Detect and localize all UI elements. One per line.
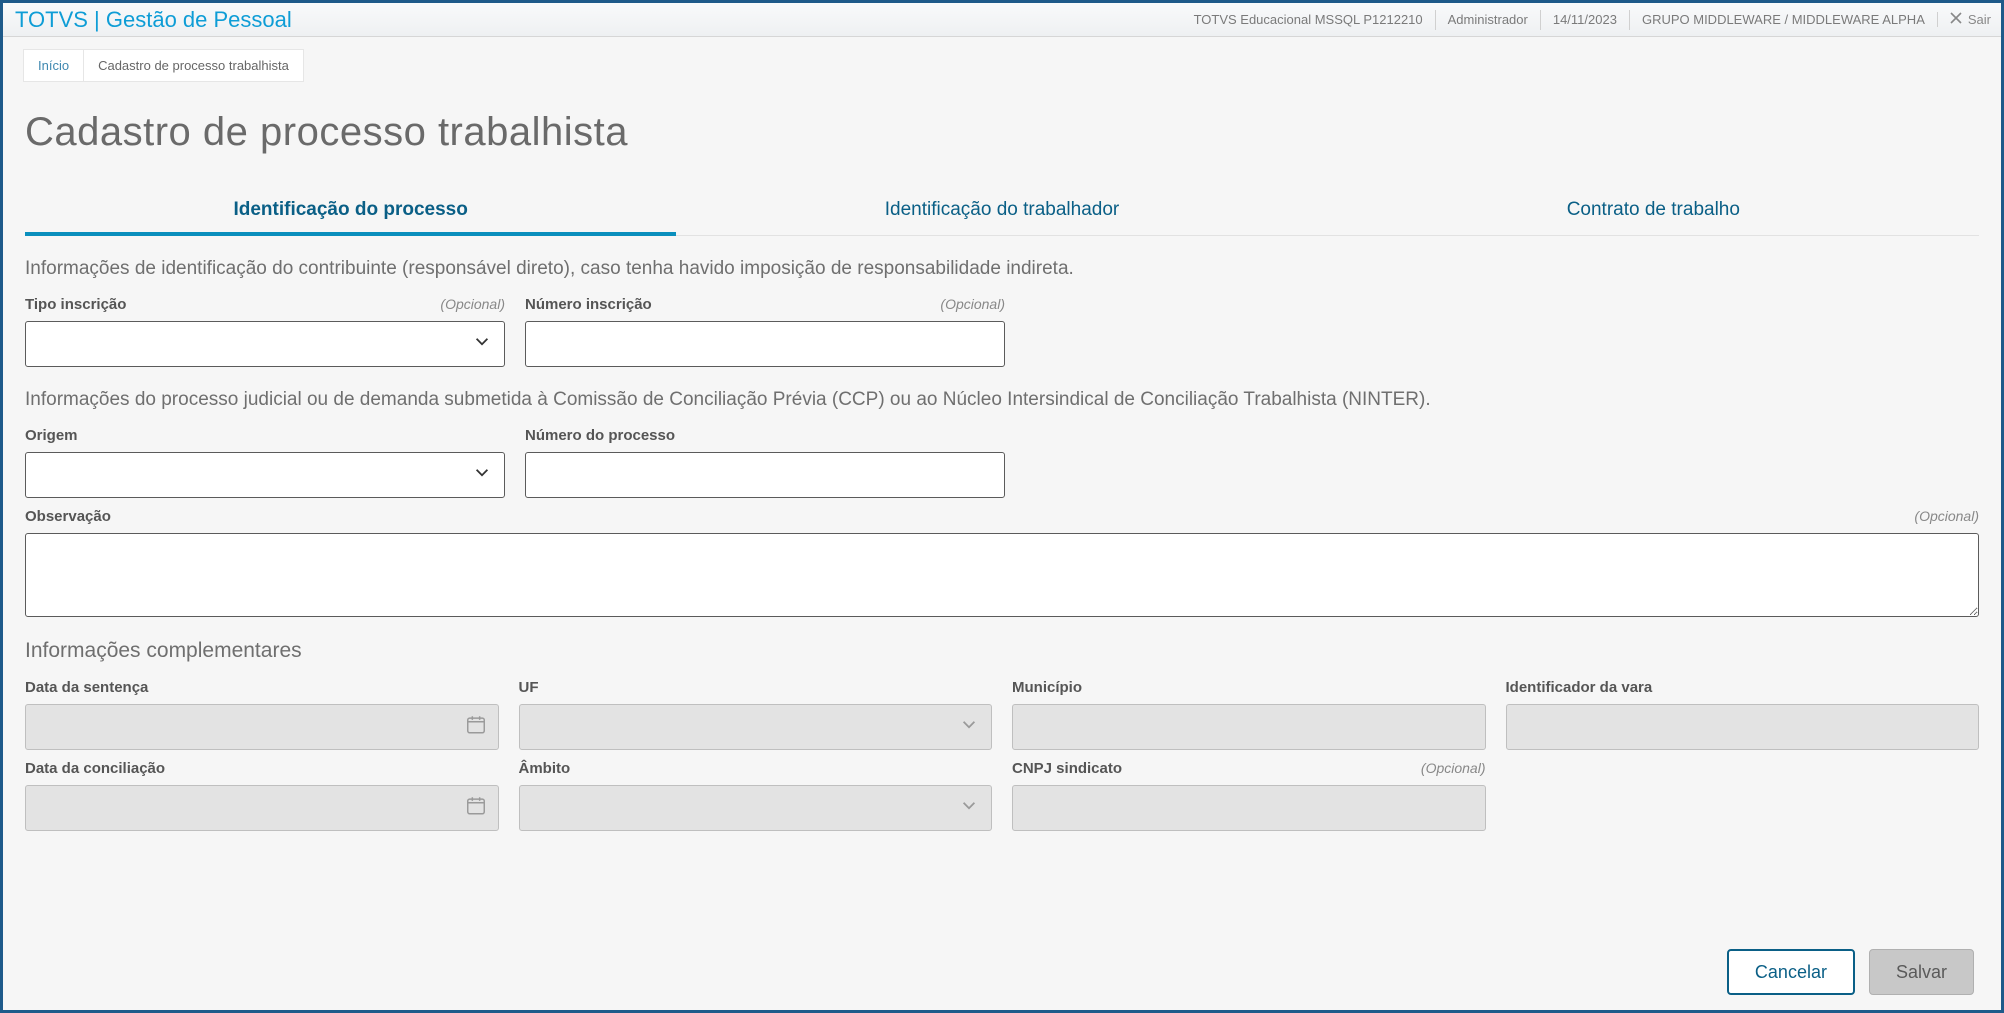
section-complementares: Informações complementares (25, 617, 1979, 669)
optional-hint: (Opcional) (1421, 760, 1486, 776)
group-label: GRUPO MIDDLEWARE / MIDDLEWARE ALPHA (1629, 10, 1937, 30)
section-contribuinte: Informações de identificação do contribu… (25, 236, 1979, 286)
id-vara-input[interactable] (1506, 704, 1980, 750)
label-numero-inscricao: Número inscrição (525, 296, 652, 313)
tab-contrato-trabalho[interactable]: Contrato de trabalho (1328, 183, 1979, 235)
ambito-select[interactable] (519, 785, 993, 831)
label-origem: Origem (25, 427, 78, 444)
label-data-sentenca: Data da sentença (25, 679, 148, 696)
tipo-inscricao-select[interactable] (25, 321, 505, 367)
label-numero-processo: Número do processo (525, 427, 675, 444)
save-button[interactable]: Salvar (1869, 949, 1974, 995)
topbar-right: TOTVS Educacional MSSQL P1212210 Adminis… (1182, 10, 1991, 30)
numero-processo-input[interactable] (525, 452, 1005, 498)
numero-inscricao-input[interactable] (525, 321, 1005, 367)
exit-label: Sair (1968, 12, 1991, 27)
date-label: 14/11/2023 (1540, 10, 1629, 30)
app-title: TOTVS | Gestão de Pessoal (15, 7, 292, 33)
label-municipio: Município (1012, 679, 1082, 696)
env-label: TOTVS Educacional MSSQL P1212210 (1182, 10, 1435, 30)
label-cnpj-sindicato: CNPJ sindicato (1012, 760, 1122, 777)
optional-hint: (Opcional) (1914, 508, 1979, 524)
cnpj-sindicato-input[interactable] (1012, 785, 1486, 831)
uf-select[interactable] (519, 704, 993, 750)
observacao-textarea[interactable] (25, 533, 1979, 617)
user-label: Administrador (1435, 10, 1540, 30)
label-observacao: Observação (25, 508, 111, 525)
cancel-button[interactable]: Cancelar (1727, 949, 1855, 995)
municipio-input[interactable] (1012, 704, 1486, 750)
section-processo: Informações do processo judicial ou de d… (25, 367, 1979, 417)
label-ambito: Âmbito (519, 760, 571, 777)
tabs: Identificação do processo Identificação … (25, 183, 1979, 236)
topbar: TOTVS | Gestão de Pessoal TOTVS Educacio… (3, 3, 2001, 37)
footer-actions: Cancelar Salvar (1727, 949, 1974, 995)
origem-select[interactable] (25, 452, 505, 498)
label-uf: UF (519, 679, 539, 696)
optional-hint: (Opcional) (440, 296, 505, 312)
page-title: Cadastro de processo trabalhista (25, 92, 1979, 183)
tab-identificacao-processo[interactable]: Identificação do processo (25, 183, 676, 235)
breadcrumb-home[interactable]: Início (23, 49, 84, 82)
data-conciliacao-input[interactable] (25, 785, 499, 831)
tab-identificacao-trabalhador[interactable]: Identificação do trabalhador (676, 183, 1327, 235)
label-id-vara: Identificador da vara (1506, 679, 1653, 696)
label-data-conciliacao: Data da conciliação (25, 760, 165, 777)
label-tipo-inscricao: Tipo inscrição (25, 296, 126, 313)
close-icon (1950, 12, 1962, 27)
exit-button[interactable]: Sair (1937, 12, 1991, 27)
breadcrumb-current[interactable]: Cadastro de processo trabalhista (84, 49, 304, 82)
data-sentenca-input[interactable] (25, 704, 499, 750)
breadcrumb: Início Cadastro de processo trabalhista (23, 49, 1981, 82)
optional-hint: (Opcional) (940, 296, 1005, 312)
